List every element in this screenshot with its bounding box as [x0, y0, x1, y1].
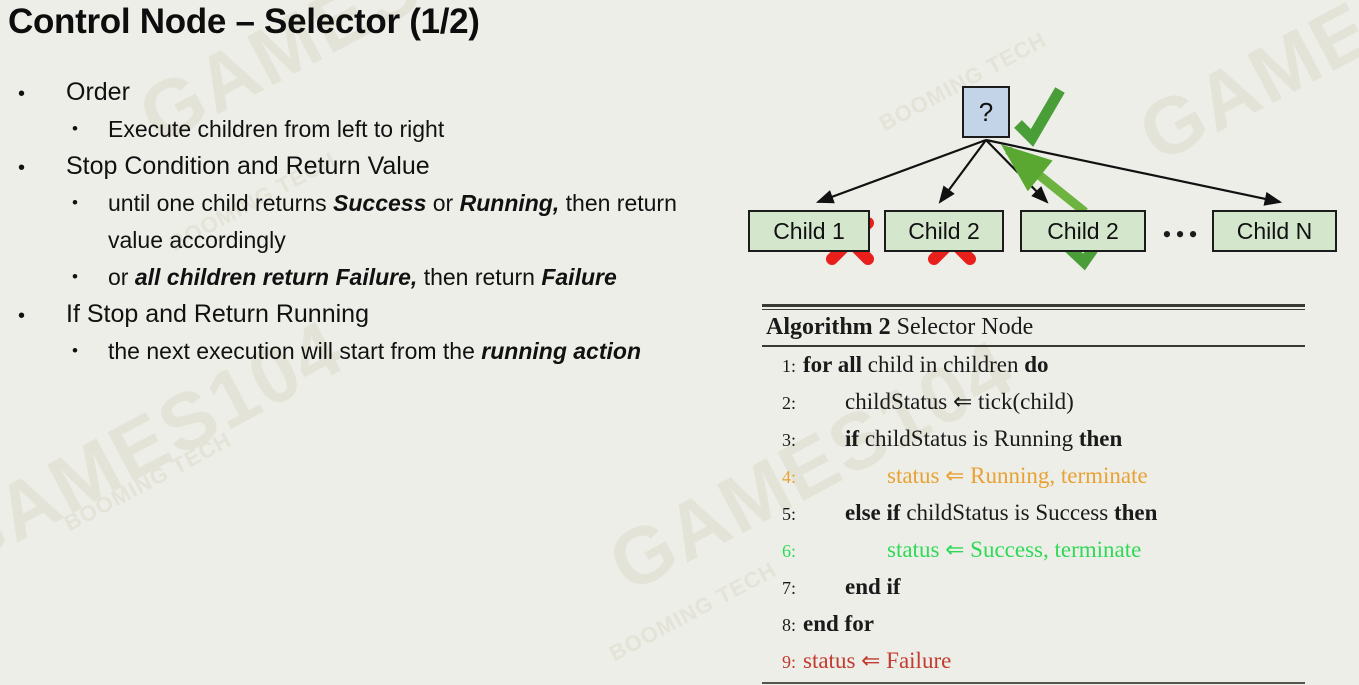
algorithm-line-number: 4: — [781, 467, 796, 487]
tree-node-child-2[interactable]: Child 2 — [884, 210, 1004, 252]
algorithm-line-number: 2: — [781, 393, 796, 413]
tree-node-child-3[interactable]: Child 2 — [1020, 210, 1146, 252]
edge-root-child-1 — [815, 138, 987, 204]
algorithm-line-code: status ⇐ Success, terminate — [887, 537, 1142, 562]
bullet-item-1: • Order — [18, 74, 740, 111]
bullet-item-4: • until one child returns Success or Runn… — [72, 185, 740, 259]
algorithm-line-code: for all child in children do — [803, 352, 1049, 377]
algorithm-rule-bottom — [762, 682, 1305, 684]
watermark-booming-tech-3: BOOMING TECH — [604, 556, 781, 667]
tree-node-child-1[interactable]: Child 1 — [748, 210, 870, 252]
tree-ellipsis: ••• — [1162, 220, 1202, 249]
algorithm-number: Algorithm 2 — [766, 314, 891, 340]
algorithm-line-code: end for — [803, 611, 874, 636]
algorithm-line-code: else if childStatus is Success then — [845, 500, 1158, 525]
algorithm-line-code: status ⇐ Running, terminate — [887, 463, 1148, 488]
algorithm-lines: 1: for all child in children do 2: childSta… — [762, 347, 1305, 680]
algorithm-line-8: 8: end for — [762, 606, 1305, 643]
algorithm-line-number: 8: — [781, 615, 796, 635]
bullet-item-5: • or all children return Failure, then re… — [72, 259, 740, 296]
bullet-list: • Order • Execute children from left to rig… — [10, 74, 740, 370]
algorithm-line-number: 7: — [781, 578, 796, 598]
bullet-text: Stop Condition and Return Value — [66, 152, 430, 180]
algorithm-line-code: end if — [845, 574, 901, 599]
algorithm-line-code: if childStatus is Running then — [845, 426, 1123, 451]
algorithm-line-code: status ⇐ Failure — [803, 648, 952, 673]
algorithm-line-number: 3: — [781, 430, 796, 450]
algorithm-line-3: 3: if childStatus is Running then — [762, 421, 1305, 458]
behavior-tree-diagram: ? Child 1 Child 2 Child 2 Child N ••• — [740, 72, 1355, 294]
algorithm-line-7: 7: end if — [762, 569, 1305, 606]
bullet-text: until one child returns Success or Runni… — [108, 190, 677, 253]
algorithm-line-code: childStatus ⇐ tick(child) — [845, 389, 1074, 414]
bullet-item-3: • Stop Condition and Return Value — [18, 148, 740, 185]
algorithm-line-number: 1: — [781, 356, 796, 376]
algorithm-line-1: 1: for all child in children do — [762, 347, 1305, 384]
bullet-marker-icon: • — [18, 157, 26, 179]
tree-node-root[interactable]: ? — [962, 86, 1010, 138]
status-check-root — [1014, 87, 1065, 147]
algorithm-block: Algorithm 2 Selector Node 1: for all chil… — [762, 304, 1305, 684]
watermark-booming-tech-2: BOOMING TECH — [59, 426, 236, 537]
algorithm-line-9: 9: status ⇐ Failure — [762, 643, 1305, 680]
algorithm-name: Selector Node — [896, 314, 1034, 340]
bullet-marker-icon: • — [18, 305, 26, 327]
bullet-text: Order — [66, 78, 130, 106]
algorithm-line-2: 2: childStatus ⇐ tick(child) — [762, 384, 1305, 421]
algorithm-line-number: 6: — [781, 541, 796, 561]
bullet-marker-icon: • — [72, 267, 78, 286]
algorithm-header: Algorithm 2 Selector Node — [762, 310, 1305, 345]
bullet-item-6: • If Stop and Return Running — [18, 296, 740, 333]
bullet-marker-icon: • — [72, 119, 78, 138]
bullet-text: or all children return Failure, then ret… — [108, 264, 617, 290]
algorithm-line-6: 6: status ⇐ Success, terminate — [762, 532, 1305, 569]
tree-node-child-n[interactable]: Child N — [1212, 210, 1337, 252]
bullet-marker-icon: • — [72, 341, 78, 360]
algorithm-rule-top — [762, 304, 1305, 307]
algorithm-line-number: 9: — [781, 652, 796, 672]
bullet-text: the next execution will start from the r… — [108, 338, 641, 364]
tree-edges-svg — [815, 87, 1283, 271]
algorithm-line-5: 5: else if childStatus is Success then — [762, 495, 1305, 532]
bullet-item-7: • the next execution will start from the … — [72, 333, 740, 370]
bullet-marker-icon: • — [18, 83, 26, 105]
bullet-text: If Stop and Return Running — [66, 300, 369, 328]
page-title: Control Node – Selector (1/2) — [8, 2, 480, 41]
bullet-item-2: • Execute children from left to right — [72, 111, 740, 148]
bullet-marker-icon: • — [72, 193, 78, 212]
algorithm-line-4: 4: status ⇐ Running, terminate — [762, 458, 1305, 495]
bullet-text: Execute children from left to right — [108, 116, 445, 142]
algorithm-line-number: 5: — [781, 504, 796, 524]
